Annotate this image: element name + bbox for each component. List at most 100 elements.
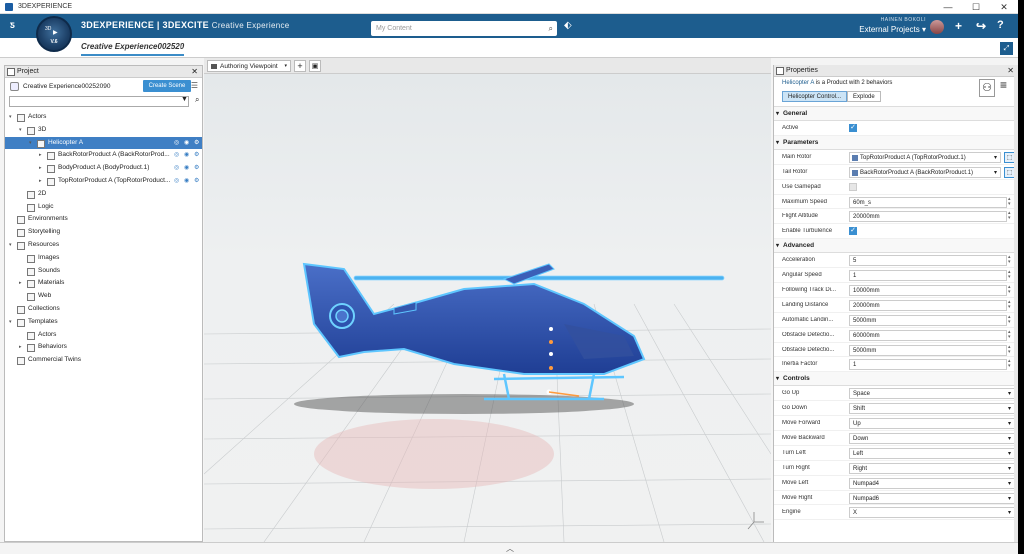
tree-item[interactable]: Web <box>5 290 202 303</box>
key-select[interactable]: Right <box>849 462 1015 474</box>
tree-search-input[interactable] <box>9 96 189 107</box>
expand-arrow-icon[interactable]: ▾ <box>9 239 12 252</box>
spinner-icon[interactable]: ▴ ▾ <box>1008 285 1011 295</box>
close-button[interactable]: ✕ <box>990 0 1018 14</box>
key-select[interactable]: X <box>849 507 1015 519</box>
key-select[interactable]: Numpad6 <box>849 492 1015 504</box>
section-general[interactable]: General <box>774 107 1018 121</box>
collapse-arrow-icon[interactable]: ▸ <box>19 277 22 290</box>
spinner-icon[interactable]: ▴ ▾ <box>1008 196 1011 207</box>
spinner-icon[interactable]: ▴ ▾ <box>1008 359 1011 369</box>
spinner-icon[interactable]: ▴ ▾ <box>1008 329 1011 340</box>
tree-item[interactable]: Actors <box>5 329 202 342</box>
hamburger-menu-icon[interactable]: ≡ <box>1000 79 1007 91</box>
target-icon[interactable]: ◎ <box>174 162 179 175</box>
tree-item[interactable]: Images <box>5 252 202 265</box>
viewpoint-settings-button[interactable]: ▣ <box>309 60 321 72</box>
search-input[interactable]: My Content ⌕ <box>371 21 557 36</box>
key-select[interactable]: Space <box>849 388 1015 400</box>
tree-item[interactable]: ▾ Actors <box>5 111 202 124</box>
number-input[interactable]: 5000mm <box>849 344 1007 356</box>
number-input[interactable]: 60m_s <box>849 196 1007 208</box>
expand-arrow-icon[interactable]: ▾ <box>9 316 12 329</box>
number-input[interactable]: 5 <box>849 255 1007 267</box>
add-tab-icon[interactable]: + <box>178 41 183 51</box>
viewpoint-select[interactable]: Authoring Viewpoint ▾ <box>207 60 291 72</box>
checkbox[interactable]: ✓ <box>849 227 857 236</box>
helicopter-model[interactable] <box>302 262 725 401</box>
spinner-icon[interactable]: ▴ ▾ <box>1008 211 1011 221</box>
settings-icon[interactable]: ⚙ <box>194 162 199 175</box>
tree-item[interactable]: Commercial Twins <box>5 354 202 367</box>
number-input[interactable]: 20000mm <box>849 211 1007 223</box>
eye-icon[interactable]: ◉ <box>184 149 189 162</box>
create-scene-button[interactable]: Create Scene <box>143 80 191 92</box>
help-icon[interactable]: ? <box>997 19 1004 31</box>
add-icon[interactable]: + <box>955 19 962 33</box>
eye-icon[interactable]: ◉ <box>184 137 189 150</box>
close-panel-icon[interactable]: ✕ <box>191 66 198 78</box>
settings-icon[interactable]: ⚙ <box>194 137 199 150</box>
tree-item[interactable]: Environments <box>5 213 202 226</box>
spinner-icon[interactable]: ▴ ▾ <box>1008 299 1011 310</box>
tree-item[interactable]: 2D <box>5 188 202 201</box>
expand-arrow-icon[interactable]: ▾ <box>29 137 32 150</box>
eye-icon[interactable]: ◉ <box>184 175 189 188</box>
tree-item[interactable]: Logic <box>5 201 202 214</box>
number-input[interactable]: 1 <box>849 270 1007 282</box>
section-parameters[interactable]: Parameters <box>774 135 1018 150</box>
expand-arrow-icon[interactable]: ▾ <box>9 111 12 124</box>
tree-item[interactable]: ▾ Resources <box>5 239 202 252</box>
target-icon[interactable]: ◎ <box>174 175 179 188</box>
key-select[interactable]: Up <box>849 418 1015 430</box>
tab-helicopter-control[interactable]: Helicopter Control... <box>782 91 848 102</box>
tree-item[interactable]: Sounds <box>5 265 202 278</box>
avatar[interactable] <box>930 20 944 34</box>
axis-gizmo-icon[interactable] <box>747 512 764 530</box>
tree-item[interactable]: ▸ Behaviors <box>5 341 202 354</box>
collapse-arrow-icon[interactable]: ▸ <box>19 341 22 354</box>
reference-select[interactable]: TopRotorProduct A (TopRotorProduct.1) <box>849 151 1001 163</box>
number-input[interactable]: 10000mm <box>849 285 1007 297</box>
tree-item[interactable]: ▾ 3D <box>5 124 202 137</box>
number-input[interactable]: 5000mm <box>849 314 1007 326</box>
share-icon[interactable]: ↪ <box>976 19 986 33</box>
key-select[interactable]: Left <box>849 447 1015 459</box>
tree-item[interactable]: ▸ BodyProduct A (BodyProduct.1) ◎ ◉ ⚙ <box>5 162 202 175</box>
tree-item[interactable]: Storytelling <box>5 226 202 239</box>
settings-sliders-icon[interactable]: ☰ <box>191 81 198 90</box>
tab-explode[interactable]: Explode <box>847 91 881 102</box>
user-menu[interactable]: HAINEN BOKOLI External Projects ▾ <box>850 17 926 34</box>
checkbox[interactable] <box>849 182 857 191</box>
section-advanced[interactable]: Advanced <box>774 239 1018 254</box>
tree-item[interactable]: ▸ BackRotorProduct A (BackRotorProd... ◎ ◉ ⚙ <box>5 149 202 162</box>
tree-item[interactable]: ▾ Templates <box>5 316 202 329</box>
add-viewpoint-button[interactable]: + <box>294 60 306 72</box>
tree-item[interactable]: ▸ Materials <box>5 277 202 290</box>
minimize-button[interactable]: — <box>934 0 962 14</box>
tree-item[interactable]: ▾ Helicopter A ◎ ◉ ⚙ <box>5 136 202 150</box>
project-selector[interactable]: External Projects <box>859 25 919 34</box>
key-select[interactable]: Numpad4 <box>849 477 1015 489</box>
reference-select[interactable]: BackRotorProduct A (BackRotorProduct.1) <box>849 166 1001 178</box>
filter-icon[interactable]: ▼ <box>181 96 188 103</box>
checkbox[interactable]: ✓ <box>849 124 857 132</box>
search-icon[interactable]: ⌕ <box>195 95 199 105</box>
collapse-arrow-icon[interactable]: ▸ <box>39 162 42 175</box>
3d-viewport[interactable] <box>204 74 771 542</box>
collapse-arrow-icon[interactable]: ▸ <box>39 149 42 162</box>
collapse-arrow-icon[interactable]: ▸ <box>39 175 42 188</box>
settings-icon[interactable]: ⚙ <box>194 149 199 162</box>
target-icon[interactable]: ◎ <box>174 149 179 162</box>
tree-item[interactable]: Collections <box>5 303 202 316</box>
key-select[interactable]: Shift <box>849 403 1015 415</box>
spinner-icon[interactable]: ▴ ▾ <box>1008 314 1011 325</box>
tab-creative-experience[interactable]: Creative Experience002520 <box>81 42 185 56</box>
tree-item[interactable]: ▸ TopRotorProduct A (TopRotorProduct... ◎ ◉… <box>5 175 202 188</box>
object-name[interactable]: Helicopter A <box>782 80 814 86</box>
settings-icon[interactable]: ⚙ <box>194 175 199 188</box>
number-input[interactable]: 60000mm <box>849 329 1007 341</box>
close-properties-icon[interactable]: ✕ <box>1007 65 1014 77</box>
spinner-icon[interactable]: ▴ ▾ <box>1008 270 1011 280</box>
number-input[interactable]: 20000mm <box>849 299 1007 311</box>
